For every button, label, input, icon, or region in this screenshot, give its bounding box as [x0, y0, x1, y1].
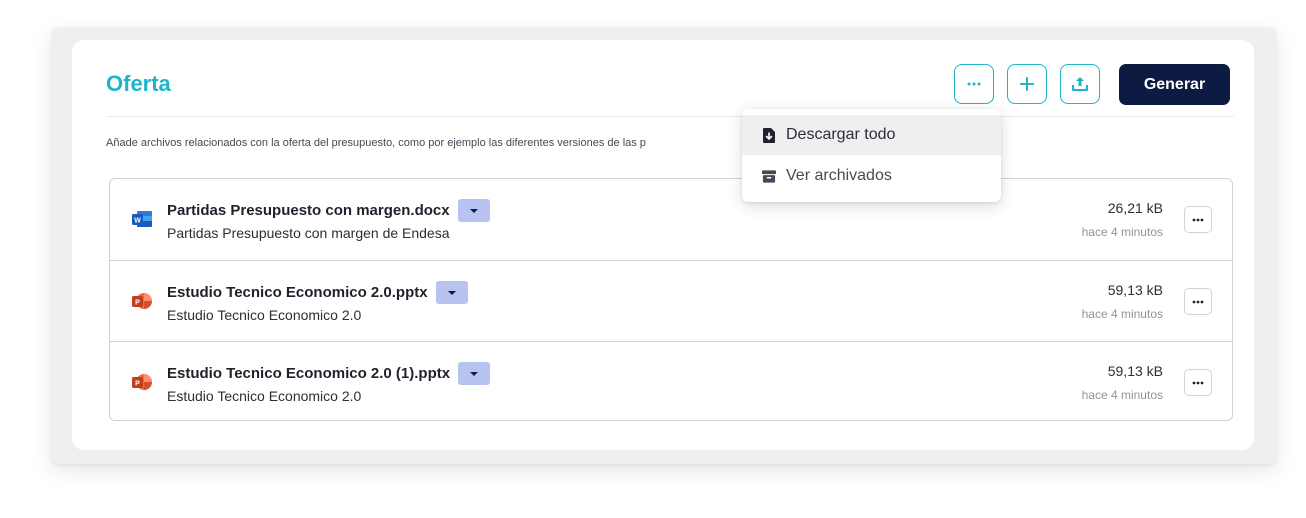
plus-icon	[1020, 77, 1034, 91]
menu-item-view-archived[interactable]: Ver archivados	[742, 156, 1001, 196]
file-time: hace 4 minutos	[1081, 225, 1163, 239]
upload-icon	[1072, 77, 1088, 91]
file-name: Estudio Tecnico Economico 2.0.pptx	[167, 281, 468, 304]
file-version-dropdown[interactable]	[458, 362, 491, 385]
menu-item-label: Descargar todo	[786, 126, 896, 143]
file-name-text: Estudio Tecnico Economico 2.0.pptx	[167, 283, 428, 301]
file-version-dropdown[interactable]	[457, 199, 490, 222]
file-name: Partidas Presupuesto con margen.docx	[167, 199, 490, 222]
file-row[interactable]: W Partidas Presupuesto con margen.docx P…	[110, 179, 1232, 259]
file-size: 59,13 kB	[1107, 363, 1163, 379]
header-divider	[106, 116, 1234, 117]
svg-text:P: P	[135, 300, 140, 307]
file-row[interactable]: P Estudio Tecnico Economico 2.0 (1).pptx…	[110, 341, 1232, 422]
file-time: hace 4 minutos	[1081, 388, 1163, 402]
section-title: Oferta	[106, 71, 171, 96]
svg-text:W: W	[134, 218, 141, 225]
ellipsis-icon	[1192, 381, 1204, 384]
powerpoint-icon: P	[132, 374, 152, 390]
upload-button[interactable]	[1060, 64, 1100, 104]
file-description: Partidas Presupuesto con margen de Endes…	[167, 225, 450, 241]
caret-down-icon	[469, 208, 478, 213]
file-download-icon	[762, 127, 776, 143]
file-name-text: Partidas Presupuesto con margen.docx	[167, 201, 450, 219]
powerpoint-icon: P	[132, 293, 152, 309]
caret-down-icon	[447, 290, 456, 295]
archive-icon	[762, 168, 776, 184]
file-description: Estudio Tecnico Economico 2.0	[167, 388, 362, 404]
file-size: 26,21 kB	[1107, 200, 1163, 216]
generate-button[interactable]: Generar	[1119, 64, 1230, 105]
section-description: Añade archivos relacionados con la ofert…	[106, 137, 646, 149]
file-size: 59,13 kB	[1107, 282, 1163, 298]
menu-item-label: Ver archivados	[786, 167, 892, 184]
menu-item-download-all[interactable]: Descargar todo	[742, 115, 1001, 155]
file-more-button[interactable]	[1184, 369, 1212, 396]
file-name: Estudio Tecnico Economico 2.0 (1).pptx	[167, 362, 491, 385]
ellipsis-icon	[1192, 218, 1204, 221]
file-more-button[interactable]	[1184, 206, 1212, 233]
more-options-button[interactable]	[954, 64, 994, 104]
caret-down-icon	[470, 371, 479, 376]
file-time: hace 4 minutos	[1081, 307, 1163, 321]
file-list: W Partidas Presupuesto con margen.docx P…	[109, 178, 1233, 421]
word-icon: W	[132, 211, 152, 227]
file-more-button[interactable]	[1184, 288, 1212, 315]
ellipsis-icon	[967, 82, 981, 86]
file-name-text: Estudio Tecnico Economico 2.0 (1).pptx	[167, 364, 451, 382]
add-file-button[interactable]	[1007, 64, 1047, 104]
file-version-dropdown[interactable]	[435, 281, 468, 304]
more-options-menu: Descargar todo Ver archivados	[742, 109, 1001, 202]
oferta-card: Oferta Generar Añade archivos relacionad…	[72, 40, 1254, 450]
file-row[interactable]: P Estudio Tecnico Economico 2.0.pptx Est…	[110, 260, 1232, 341]
file-description: Estudio Tecnico Economico 2.0	[167, 307, 362, 323]
svg-text:P: P	[135, 381, 140, 388]
ellipsis-icon	[1192, 300, 1204, 303]
